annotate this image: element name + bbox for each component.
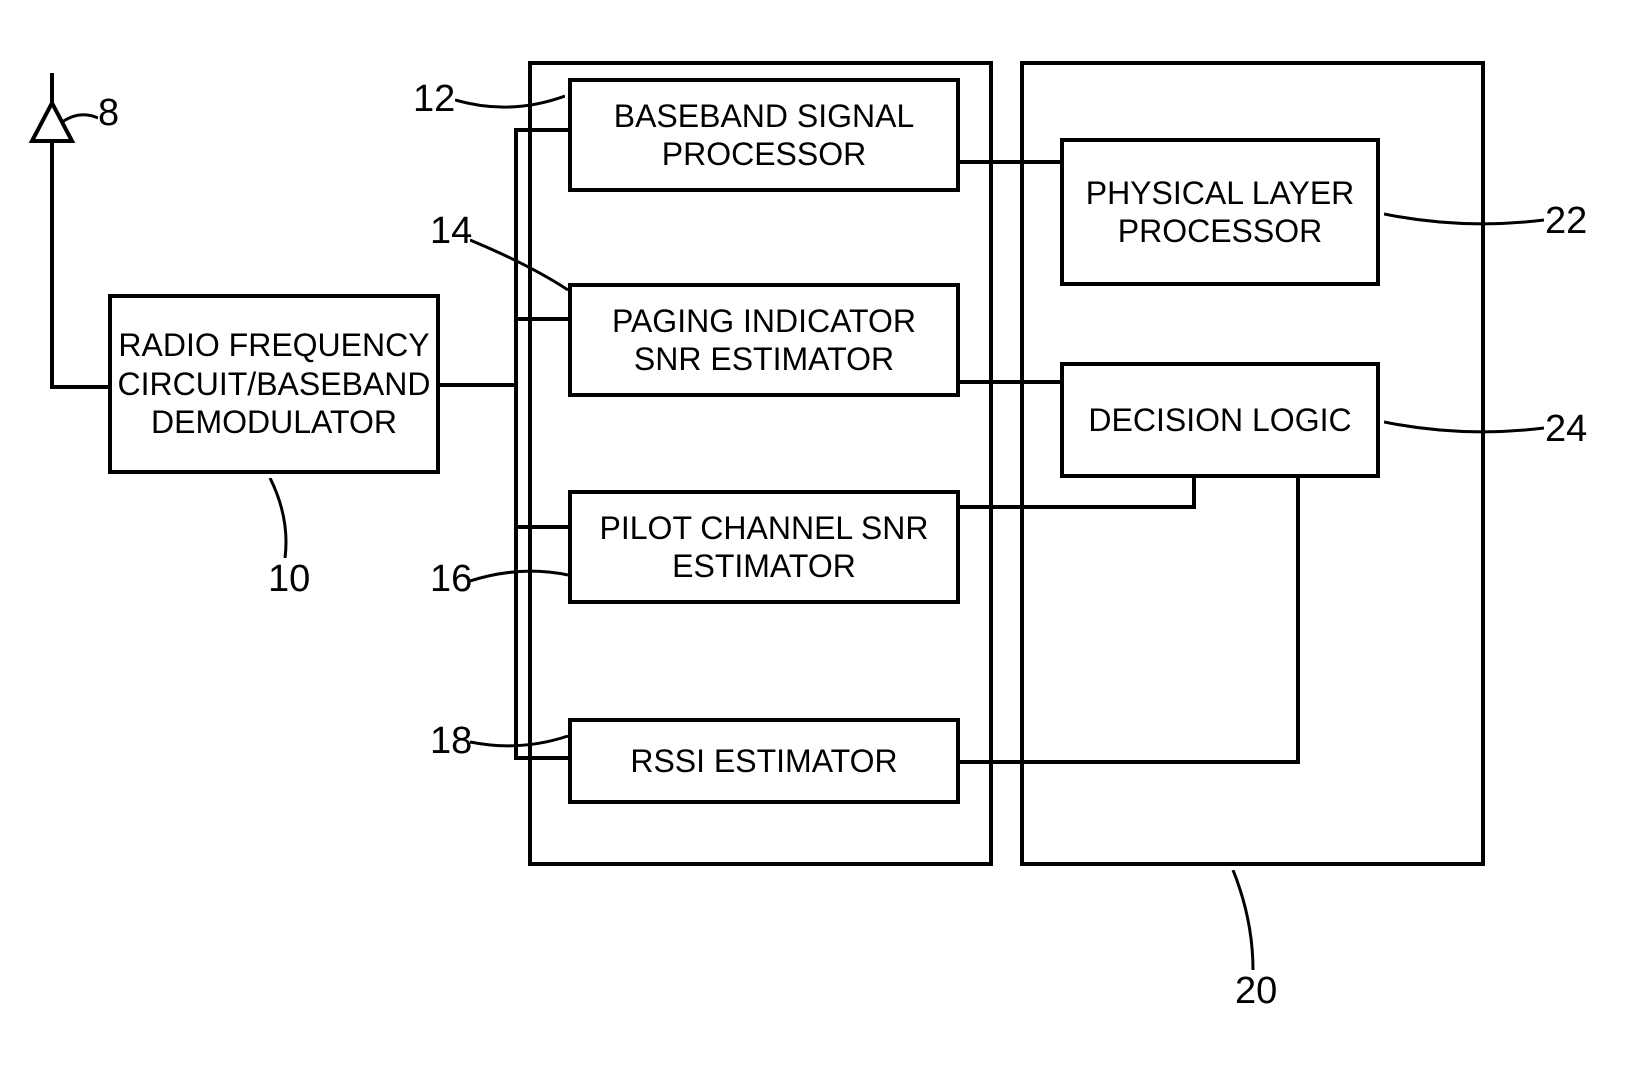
physical-layer-block: PHYSICAL LAYER PROCESSOR <box>1060 138 1380 286</box>
conn-pilot-h <box>960 505 1196 509</box>
ref-label-16: 16 <box>430 558 472 601</box>
ref-label-24: 24 <box>1545 408 1587 451</box>
ref-label-8: 8 <box>98 92 119 135</box>
paging-indicator-label: PAGING INDICATOR SNR ESTIMATOR <box>580 302 948 379</box>
physical-layer-label: PHYSICAL LAYER PROCESSOR <box>1072 174 1368 251</box>
lead-16 <box>470 565 570 589</box>
conn-baseband-physlayer <box>960 160 1060 164</box>
conn-pilot-v <box>1192 478 1196 509</box>
rf-demodulator-block: RADIO FREQUENCY CIRCUIT/BASEBAND DEMODUL… <box>108 294 440 474</box>
ref-label-18: 18 <box>430 720 472 763</box>
connector-antenna-rf <box>50 191 54 389</box>
ref-label-10: 10 <box>268 558 310 601</box>
lead-14 <box>470 235 570 295</box>
baseband-processor-label: BASEBAND SIGNAL PROCESSOR <box>580 97 948 174</box>
lead-12 <box>455 94 565 118</box>
lead-24 <box>1384 416 1544 440</box>
rssi-estimator-label: RSSI ESTIMATOR <box>630 742 897 780</box>
baseband-processor-block: BASEBAND SIGNAL PROCESSOR <box>568 78 960 192</box>
antenna-icon <box>22 73 82 193</box>
bus-to-pilot <box>514 525 568 529</box>
lead-18 <box>470 730 570 754</box>
bus-to-baseband <box>514 128 568 132</box>
decision-logic-label: DECISION LOGIC <box>1088 401 1351 439</box>
connector-rf-to-bus <box>440 383 518 387</box>
ref-label-12: 12 <box>413 78 455 121</box>
decision-logic-block: DECISION LOGIC <box>1060 362 1380 478</box>
connector-antenna-rf-h <box>50 385 108 389</box>
bus-to-paging <box>514 317 568 321</box>
lead-20 <box>1228 870 1268 970</box>
conn-rssi-h <box>960 760 1300 764</box>
conn-rssi-v <box>1296 478 1300 764</box>
pilot-channel-label: PILOT CHANNEL SNR ESTIMATOR <box>580 509 948 586</box>
vertical-bus <box>514 128 518 760</box>
conn-paging-decision <box>960 380 1060 384</box>
pilot-channel-block: PILOT CHANNEL SNR ESTIMATOR <box>568 490 960 604</box>
ref-label-14: 14 <box>430 210 472 253</box>
rssi-estimator-block: RSSI ESTIMATOR <box>568 718 960 804</box>
lead-22 <box>1384 208 1544 232</box>
lead-8 <box>62 110 98 130</box>
ref-label-20: 20 <box>1235 970 1277 1013</box>
ref-label-22: 22 <box>1545 200 1587 243</box>
paging-indicator-block: PAGING INDICATOR SNR ESTIMATOR <box>568 283 960 397</box>
bus-to-rssi <box>514 756 568 760</box>
rf-demodulator-label: RADIO FREQUENCY CIRCUIT/BASEBAND DEMODUL… <box>118 326 431 441</box>
lead-10 <box>265 478 305 558</box>
